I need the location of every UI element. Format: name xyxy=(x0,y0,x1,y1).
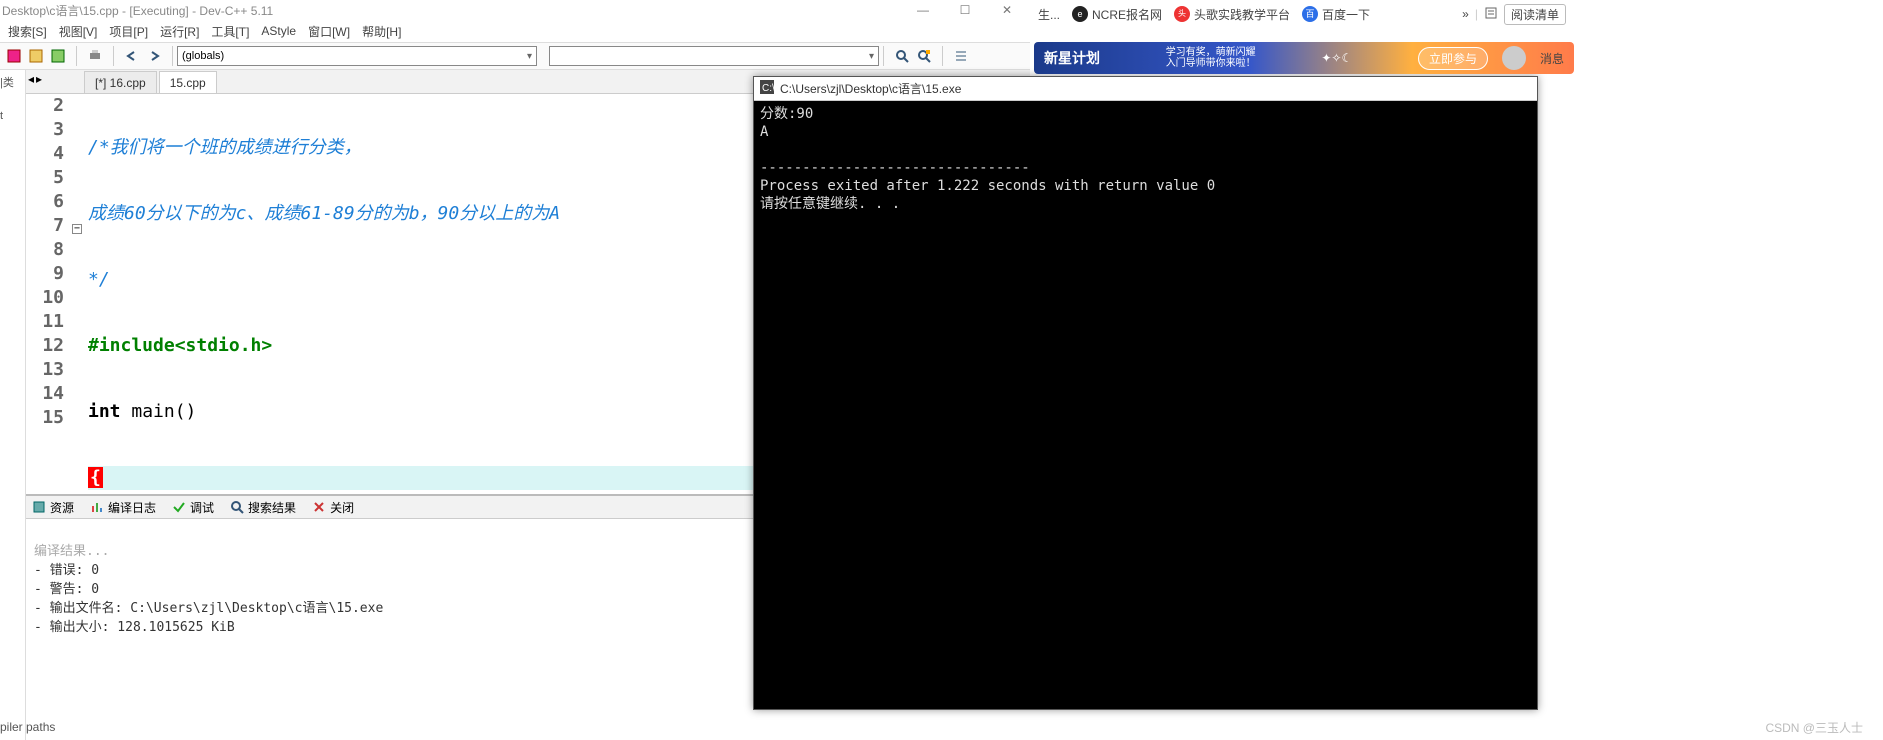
redo-icon[interactable] xyxy=(146,48,162,64)
console-title-text: C:\Users\zjl\Desktop\c语言\15.exe xyxy=(780,80,961,97)
line-gutter: 2 3 4 5 6 7 8 9 10 11 12 13 14 15 xyxy=(26,94,72,494)
print-icon[interactable] xyxy=(87,48,103,64)
messages-link[interactable]: 消息 xyxy=(1540,50,1564,67)
bookmark-label: 头歌实践教学平台 xyxy=(1194,6,1290,23)
compile-line: - 输出大小: 128.1015625 KiB xyxy=(34,620,235,635)
svg-text:C:\: C:\ xyxy=(762,83,774,94)
tool-icon-3[interactable] xyxy=(50,48,66,64)
bookmark-touge[interactable]: 头 头歌实践教学平台 xyxy=(1174,6,1290,23)
tab-next-button[interactable]: ▸ xyxy=(36,72,42,86)
menu-run[interactable]: 运行[R] xyxy=(160,23,199,40)
tab-label: 编译日志 xyxy=(108,499,156,516)
compile-line: - 错误: 0 xyxy=(34,563,99,578)
tab-close[interactable]: 关闭 xyxy=(308,499,358,516)
project-sidebar: |类 t xyxy=(0,70,26,740)
tab-16cpp[interactable]: [*] 16.cpp xyxy=(84,71,157,93)
globals-label: (globals) xyxy=(182,50,224,62)
compiler-paths-label: piler paths xyxy=(0,720,55,734)
chevron-down-icon: ▾ xyxy=(869,51,874,62)
banner-deco-icon: ✦✧☾ xyxy=(1321,51,1352,65)
chevron-down-icon: ▾ xyxy=(527,51,532,62)
baidu-icon: 百 xyxy=(1302,6,1318,22)
minimize-button[interactable]: — xyxy=(914,3,932,17)
ncre-icon: e xyxy=(1072,6,1088,22)
compile-line: - 输出文件名: C:\Users\zjl\Desktop\c语言\15.exe xyxy=(34,601,383,616)
check-icon xyxy=(172,500,186,514)
sidebar-label-class: |类 xyxy=(0,74,14,90)
menu-search[interactable]: 搜索[S] xyxy=(8,23,47,40)
tab-label: 调试 xyxy=(190,499,214,516)
code-comment: */ xyxy=(88,269,110,290)
tool-icon-2[interactable] xyxy=(28,48,44,64)
bookmark-label: NCRE报名网 xyxy=(1092,6,1162,23)
promo-banner: 新星计划 学习有奖，萌新闪耀 入门导师带你来啦！ ✦✧☾ 立即参与 消息 xyxy=(1034,42,1574,74)
fold-toggle[interactable]: − xyxy=(72,224,82,234)
barchart-icon xyxy=(90,500,104,514)
bookmark-more[interactable]: » xyxy=(1462,7,1469,21)
menu-tools[interactable]: 工具[T] xyxy=(211,23,249,40)
console-output[interactable]: 分数:90 A --------------------------------… xyxy=(754,101,1537,709)
compile-header: 编译结果... xyxy=(34,544,109,559)
fold-column: − xyxy=(72,94,88,494)
bookmark-label: 百度一下 xyxy=(1322,6,1370,23)
tab-label: 关闭 xyxy=(330,499,354,516)
maximize-button[interactable]: ☐ xyxy=(956,3,974,17)
tab-resource[interactable]: 资源 xyxy=(28,499,78,516)
menu-bar: 搜索[S] 视图[V] 项目[P] 运行[R] 工具[T] AStyle 窗口[… xyxy=(0,20,1030,42)
menu-project[interactable]: 项目[P] xyxy=(109,23,148,40)
banner-slogan: 学习有奖，萌新闪耀 入门导师带你来啦！ xyxy=(1166,47,1256,69)
replace-icon[interactable] xyxy=(916,48,932,64)
menu-window[interactable]: 窗口[W] xyxy=(308,23,350,40)
menu-help[interactable]: 帮助[H] xyxy=(362,23,401,40)
bookmark-ncre[interactable]: e NCRE报名网 xyxy=(1072,6,1162,23)
watermark: CSDN @三玉人士 xyxy=(1765,719,1863,736)
menu-astyle[interactable]: AStyle xyxy=(261,24,296,38)
bookmark-baidu[interactable]: 百 百度一下 xyxy=(1302,6,1370,23)
reading-list-icon xyxy=(1484,6,1498,23)
tab-search-results[interactable]: 搜索结果 xyxy=(226,499,300,516)
tab-debug[interactable]: 调试 xyxy=(168,499,218,516)
tab-label: [*] 16.cpp xyxy=(95,76,146,90)
menu-view[interactable]: 视图[V] xyxy=(59,23,98,40)
secondary-dropdown[interactable]: ▾ xyxy=(549,46,879,66)
search-icon xyxy=(230,500,244,514)
search-icon[interactable] xyxy=(894,48,910,64)
tool-icon-1[interactable] xyxy=(6,48,22,64)
touge-icon: 头 xyxy=(1174,6,1190,22)
console-app-icon: C:\ xyxy=(760,80,774,97)
tab-compile-log[interactable]: 编译日志 xyxy=(86,499,160,516)
globals-dropdown[interactable]: (globals) ▾ xyxy=(177,46,537,66)
code-comment: 成绩60分以下的为c、成绩61-89分的为b，90分以上的为A xyxy=(88,203,560,224)
reading-list-button[interactable]: 阅读清单 xyxy=(1504,4,1566,25)
join-button[interactable]: 立即参与 xyxy=(1418,47,1488,70)
tab-label: 搜索结果 xyxy=(248,499,296,516)
code-preproc: #include<stdio.h> xyxy=(88,335,272,356)
window-title: Desktop\c语言\15.cpp - [Executing] - Dev-C… xyxy=(0,2,273,19)
close-button[interactable]: ✕ xyxy=(998,3,1016,17)
resource-icon xyxy=(32,500,46,514)
console-titlebar[interactable]: C:\ C:\Users\zjl\Desktop\c语言\15.exe xyxy=(754,77,1537,101)
compile-line: - 警告: 0 xyxy=(34,582,99,597)
brace-open: { xyxy=(88,467,103,488)
banner-plan: 新星计划 xyxy=(1044,48,1100,68)
window-titlebar: Desktop\c语言\15.cpp - [Executing] - Dev-C… xyxy=(0,0,1030,20)
console-window: C:\ C:\Users\zjl\Desktop\c语言\15.exe 分数:9… xyxy=(753,76,1538,710)
code-comment: /*我们将一个班的成绩进行分类， xyxy=(88,137,362,158)
avatar[interactable] xyxy=(1502,46,1526,70)
toolbar: (globals) ▾ ▾ xyxy=(0,42,1030,70)
browser-bookmarks: 生... e NCRE报名网 头 头歌实践教学平台 百 百度一下 » | 阅读清… xyxy=(1034,0,1574,28)
sidebar-label-t: t xyxy=(0,110,3,122)
truncated-site[interactable]: 生... xyxy=(1038,6,1060,23)
tab-label: 资源 xyxy=(50,499,74,516)
close-icon xyxy=(312,500,326,514)
tab-label: 15.cpp xyxy=(170,76,206,90)
tab-prev-button[interactable]: ◂ xyxy=(28,72,34,86)
list-icon[interactable] xyxy=(953,48,969,64)
undo-icon[interactable] xyxy=(124,48,140,64)
tab-15cpp[interactable]: 15.cpp xyxy=(159,71,217,93)
